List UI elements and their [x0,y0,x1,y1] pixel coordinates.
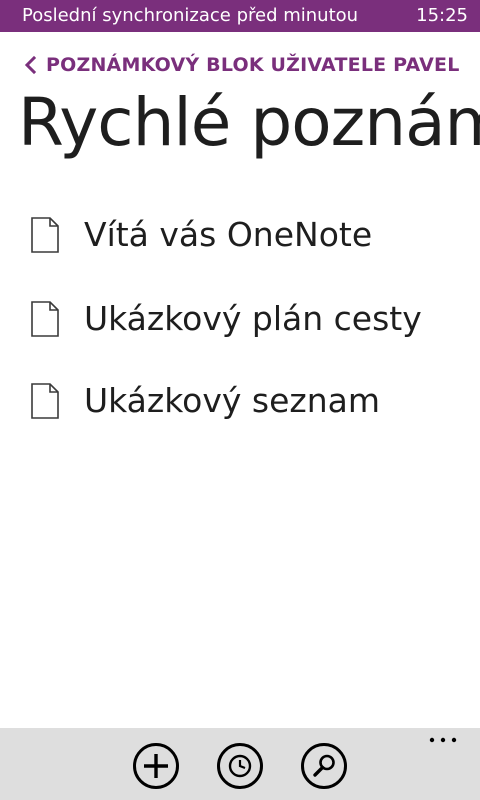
page-icon [31,301,59,337]
page-icon [31,217,59,253]
add-icon [133,743,179,789]
breadcrumb-label: POZNÁMKOVÝ BLOK UŽIVATELE PAVEL [46,54,460,76]
clock-time: 15:25 [416,5,468,26]
recent-button[interactable] [216,742,264,790]
breadcrumb-back-link[interactable]: POZNÁMKOVÝ BLOK UŽIVATELE PAVEL [22,52,460,78]
search-icon [301,743,347,789]
page-title: Rychlé poznámky [18,84,480,161]
ellipsis-icon [429,737,457,743]
more-button[interactable] [428,732,458,748]
note-item[interactable]: Vítá vás OneNote [0,200,480,270]
recent-clock-icon [217,743,263,789]
add-button[interactable] [132,742,180,790]
app-bar [0,728,480,800]
onenote-section-screen: Poslední synchronizace před minutou 15:2… [0,0,480,800]
note-item[interactable]: Ukázkový seznam [0,366,480,436]
sync-status-text: Poslední synchronizace před minutou [22,5,359,26]
note-label: Ukázkový plán cesty [84,299,422,338]
note-label: Ukázkový seznam [84,381,381,420]
chevron-left-icon [24,55,37,75]
search-button[interactable] [300,742,348,790]
note-label: Vítá vás OneNote [84,215,373,254]
note-item[interactable]: Ukázkový plán cesty [0,284,480,354]
page-icon [31,383,59,419]
status-bar: Poslední synchronizace před minutou 15:2… [0,0,480,32]
